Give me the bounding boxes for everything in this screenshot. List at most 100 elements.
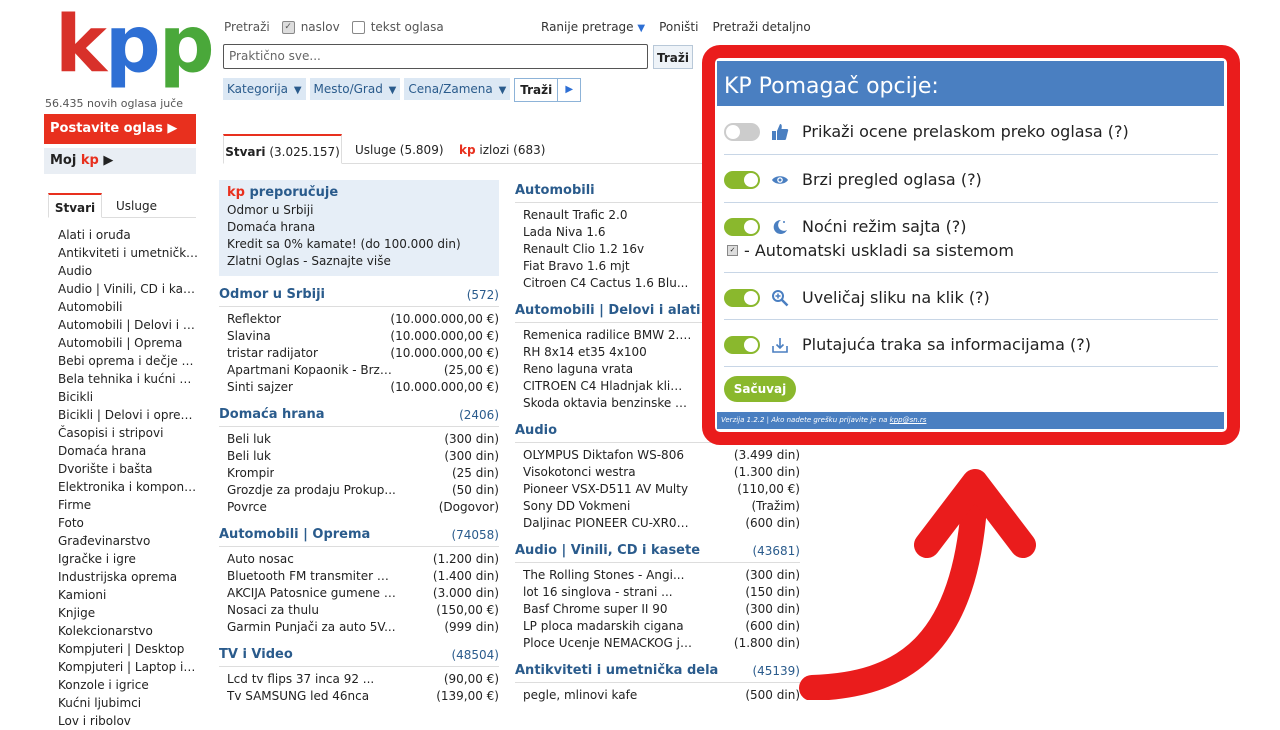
category-link[interactable]: Igračke i igre bbox=[58, 550, 198, 568]
listing-title[interactable]: Povrce bbox=[227, 499, 267, 516]
search-button[interactable]: Traži bbox=[653, 45, 693, 69]
listing-title[interactable]: Bluetooth FM transmiter m... bbox=[227, 568, 397, 585]
listing-row[interactable]: Apartmani Kopaonik - Brze... (25,00 €) bbox=[219, 362, 499, 379]
category-link[interactable]: Elektronika i kompone... bbox=[58, 478, 198, 496]
category-link[interactable]: Firme bbox=[58, 496, 198, 514]
toggle-switch[interactable] bbox=[724, 288, 760, 307]
listing-title[interactable]: Skoda oktavia benzinske d... bbox=[523, 395, 693, 412]
listing-row[interactable]: pegle, mlinovi kafe (500 din) bbox=[515, 687, 800, 704]
listing-title[interactable]: Pioneer VSX-D511 AV Multy bbox=[523, 481, 688, 498]
category-link[interactable]: Kamioni bbox=[58, 586, 198, 604]
listing-row[interactable]: tristar radijator (10.000.000,00 €) bbox=[219, 345, 499, 362]
listing-title[interactable]: Citroen C4 Cactus 1.6 Blu... bbox=[523, 275, 688, 292]
listing-title[interactable]: pegle, mlinovi kafe bbox=[523, 687, 637, 704]
category-link[interactable]: Kompjuteri | Laptop i t... bbox=[58, 658, 198, 676]
save-button[interactable]: Sačuvaj bbox=[724, 376, 796, 402]
listing-row[interactable]: Slavina (10.000.000,00 €) bbox=[219, 328, 499, 345]
listing-title[interactable]: Fiat Bravo 1.6 mjt bbox=[523, 258, 630, 275]
tab-stvari[interactable]: Stvari (3.025.157) bbox=[223, 134, 342, 164]
listing-row[interactable]: Daljinac PIONEER CU-XR038... (600 din) bbox=[515, 515, 800, 532]
title-checkbox[interactable]: ✓ bbox=[281, 20, 295, 34]
listing-title[interactable]: lot 16 singlova - strani ... bbox=[523, 584, 673, 601]
listing-row[interactable]: AKCIJA Patosnice gumene P... (3.000 din) bbox=[219, 585, 499, 602]
reset-link[interactable]: Poništi bbox=[659, 20, 698, 34]
tab-usluge[interactable]: Usluge (5.809) bbox=[355, 134, 444, 163]
search-input[interactable]: Praktično sve... bbox=[223, 44, 648, 69]
listing-row[interactable]: Beli luk (300 din) bbox=[219, 448, 499, 465]
listing-title[interactable]: CITROEN C4 Hladnjak klime... bbox=[523, 378, 693, 395]
listing-title[interactable]: Daljinac PIONEER CU-XR038... bbox=[523, 515, 693, 532]
listing-row[interactable]: Povrce (Dogovor) bbox=[219, 499, 499, 516]
listing-title[interactable]: Tv SAMSUNG led 46nca bbox=[227, 688, 369, 705]
listing-row[interactable]: Ploce Ucenje NEMACKOG jez... (1.800 din) bbox=[515, 635, 800, 652]
listing-row[interactable]: Sony DD Vokmeni (Tražim) bbox=[515, 498, 800, 515]
category-link[interactable]: Alati i oruđa bbox=[58, 226, 198, 244]
toggle-switch[interactable] bbox=[724, 170, 760, 189]
category-link[interactable]: Automobili | Delovi i a... bbox=[58, 316, 198, 334]
listing-row[interactable]: Krompir (25 din) bbox=[219, 465, 499, 482]
listing-title[interactable]: LP ploca madarskih cigana bbox=[523, 618, 684, 635]
listing-title[interactable]: RH 8x14 et35 4x100 bbox=[523, 344, 647, 361]
left-tab-usluge[interactable]: Usluge bbox=[116, 193, 157, 217]
auto-sync-checkbox[interactable]: ✓ bbox=[727, 245, 738, 256]
category-link[interactable]: Foto bbox=[58, 514, 198, 532]
post-ad-button[interactable]: Postavite oglas ▶ bbox=[44, 114, 196, 144]
toggle-switch[interactable] bbox=[724, 217, 760, 236]
category-link[interactable]: Bebi oprema i dečje st... bbox=[58, 352, 198, 370]
listing-title[interactable]: Krompir bbox=[227, 465, 274, 482]
listing-title[interactable]: Lcd tv flips 37 inca 92 ... bbox=[227, 671, 374, 688]
listing-title[interactable]: The Rolling Stones - Angi... bbox=[523, 567, 684, 584]
listing-title[interactable]: OLYMPUS Diktafon WS-806 bbox=[523, 447, 684, 464]
listing-row[interactable]: Basf Chrome super II 90 (300 din) bbox=[515, 601, 800, 618]
section-title[interactable]: Automobili bbox=[515, 180, 595, 202]
category-link[interactable]: Automobili | Oprema bbox=[58, 334, 198, 352]
recommendation-link[interactable]: Kredit sa 0% kamate! (do 100.000 din) bbox=[227, 236, 491, 253]
category-link[interactable]: Bicikli | Delovi i oprema bbox=[58, 406, 198, 424]
listing-title[interactable]: tristar radijator bbox=[227, 345, 318, 362]
filter-category[interactable]: Kategorija ▼ bbox=[223, 78, 306, 100]
previous-searches-link[interactable]: Ranije pretrage ▼ bbox=[541, 20, 645, 34]
category-link[interactable]: Dvorište i bašta bbox=[58, 460, 198, 478]
listing-row[interactable]: Grozdje za prodaju Prokup... (50 din) bbox=[219, 482, 499, 499]
listing-title[interactable]: Grozdje za prodaju Prokup... bbox=[227, 482, 396, 499]
category-link[interactable]: Kolekcionarstvo bbox=[58, 622, 198, 640]
toggle-switch[interactable] bbox=[724, 335, 760, 354]
listing-row[interactable]: Pioneer VSX-D511 AV Multy (110,00 €) bbox=[515, 481, 800, 498]
filter-location[interactable]: Mesto/Grad ▼ bbox=[309, 78, 401, 100]
listing-row[interactable]: Bluetooth FM transmiter m... (1.400 din) bbox=[219, 568, 499, 585]
section-title[interactable]: TV i Video bbox=[219, 644, 293, 666]
listing-row[interactable]: Beli luk (300 din) bbox=[219, 431, 499, 448]
section-title[interactable]: Audio bbox=[515, 420, 557, 442]
listing-title[interactable]: AKCIJA Patosnice gumene P... bbox=[227, 585, 397, 602]
left-tab-stvari[interactable]: Stvari bbox=[48, 193, 102, 218]
listing-title[interactable]: Garmin Punjači za auto 5V... bbox=[227, 619, 396, 636]
section-title[interactable]: Automobili | Oprema bbox=[219, 524, 370, 546]
tab-kp-izlozi[interactable]: kp izlozi (683) bbox=[459, 134, 545, 163]
recommendation-link[interactable]: Domaća hrana bbox=[227, 219, 491, 236]
kp-logo[interactable]: kpp bbox=[55, 6, 215, 84]
my-kp-link[interactable]: Moj kp ▶ bbox=[44, 148, 196, 174]
recommendation-link[interactable]: Odmor u Srbiji bbox=[227, 202, 491, 219]
category-link[interactable]: Kompjuteri | Desktop bbox=[58, 640, 198, 658]
listing-row[interactable]: Lcd tv flips 37 inca 92 ... (90,00 €) bbox=[219, 671, 499, 688]
listing-row[interactable]: Nosaci za thulu (150,00 €) bbox=[219, 602, 499, 619]
category-link[interactable]: Audio | Vinili, CD i kas... bbox=[58, 280, 198, 298]
section-title[interactable]: Audio | Vinili, CD i kasete bbox=[515, 540, 700, 562]
listing-title[interactable]: Beli luk bbox=[227, 431, 271, 448]
listing-title[interactable]: Ploce Ucenje NEMACKOG jez... bbox=[523, 635, 693, 652]
listing-row[interactable]: Tv SAMSUNG led 46nca (139,00 €) bbox=[219, 688, 499, 705]
listing-title[interactable]: Nosaci za thulu bbox=[227, 602, 319, 619]
category-link[interactable]: Bela tehnika i kućni ap... bbox=[58, 370, 198, 388]
listing-title[interactable]: Remenica radilice BMW 2.0... bbox=[523, 327, 693, 344]
listing-title[interactable]: Sinti sajzer bbox=[227, 379, 293, 396]
section-title[interactable]: Automobili | Delovi i alati bbox=[515, 300, 701, 322]
section-title[interactable]: Odmor u Srbiji bbox=[219, 284, 325, 306]
listing-title[interactable]: Beli luk bbox=[227, 448, 271, 465]
listing-title[interactable]: Lada Niva 1.6 bbox=[523, 224, 606, 241]
category-link[interactable]: Časopisi i stripovi bbox=[58, 424, 198, 442]
category-link[interactable]: Građevinarstvo bbox=[58, 532, 198, 550]
category-link[interactable]: Antikviteti i umetnička... bbox=[58, 244, 198, 262]
category-link[interactable]: Lov i ribolov bbox=[58, 712, 198, 730]
listing-title[interactable]: Reflektor bbox=[227, 311, 281, 328]
recommendation-link[interactable]: Zlatni Oglas - Saznajte više bbox=[227, 253, 491, 270]
